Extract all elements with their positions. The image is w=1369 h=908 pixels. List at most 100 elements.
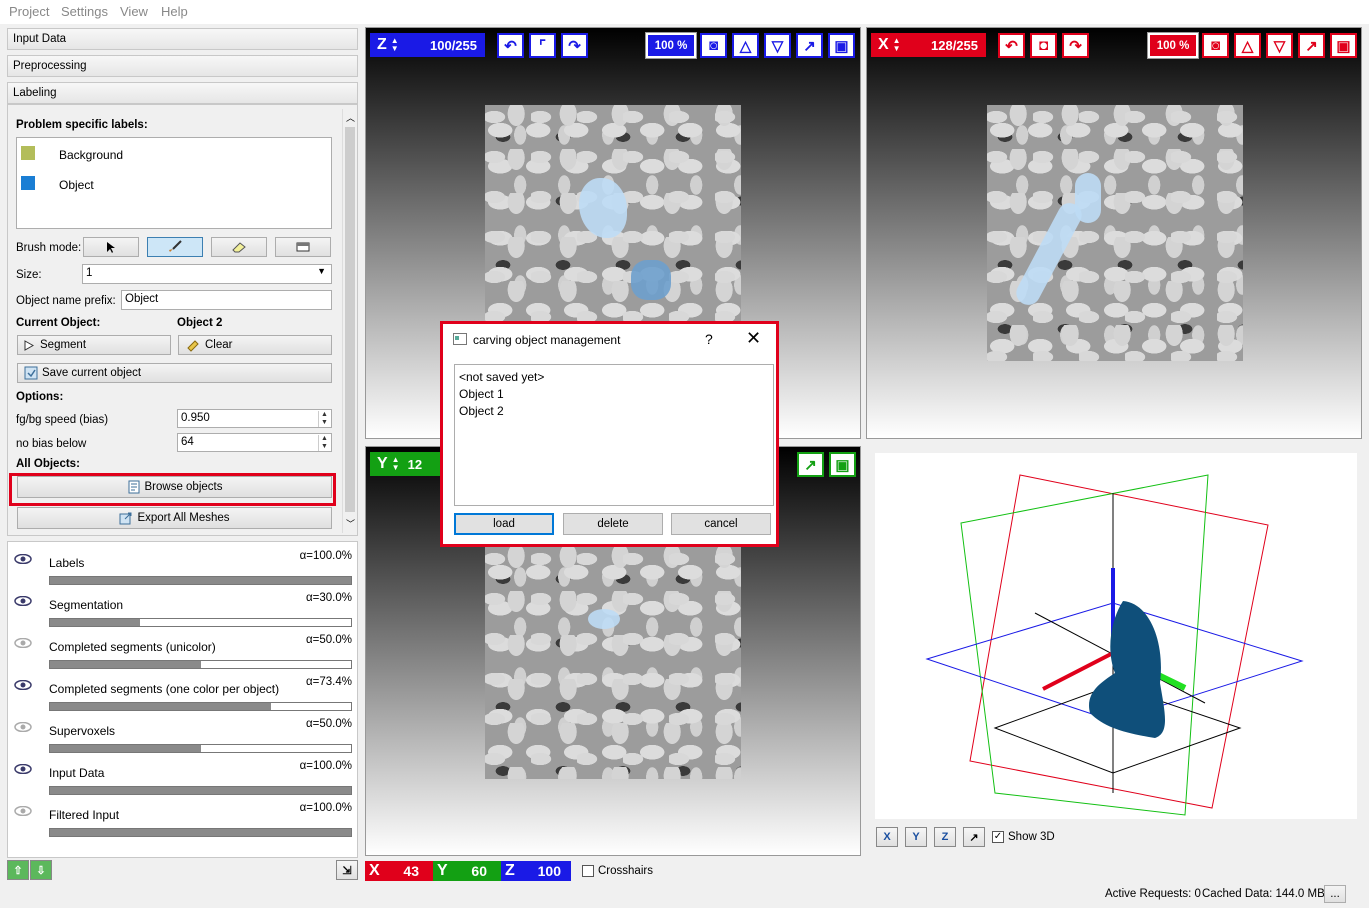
screenshot-button-x[interactable]: ◙ [1202,33,1229,58]
layer-down-button[interactable]: ⇩ [30,860,52,880]
layer-row[interactable]: Input Data α=100.0% [8,754,357,796]
eye-icon[interactable] [14,806,32,816]
eye-icon[interactable] [14,596,32,606]
3d-z-button[interactable]: Z [934,827,956,847]
fit-button-z[interactable]: ▣ [828,33,855,58]
layer-opacity-slider[interactable] [49,828,352,837]
viewer-x[interactable] [866,27,1362,439]
brush-navigate-button[interactable] [83,237,139,257]
slice-value-z[interactable]: 100/255 [430,38,477,53]
drawer-labeling[interactable]: Labeling [7,82,358,104]
layer-row[interactable]: Segmentation α=30.0% [8,586,357,628]
slice-down-button-z[interactable]: ▽ [764,33,791,58]
delete-button[interactable]: delete [563,513,663,535]
coord-x[interactable]: X 43 [365,861,433,881]
viewer-3d[interactable] [875,453,1357,819]
maximize-button-y[interactable]: ↗ [797,452,824,477]
screenshot-button-z[interactable]: ◙ [700,33,727,58]
brush-paint-button[interactable] [147,237,203,257]
slice-up-button-x[interactable]: △ [1234,33,1261,58]
coord-z-value[interactable]: 100 [538,863,561,879]
label-object-name[interactable]: Object [59,178,94,192]
coord-y[interactable]: Y 60 [433,861,501,881]
label-background-name[interactable]: Background [59,148,123,162]
layer-up-button[interactable]: ⇧ [7,860,29,880]
slice-value-x[interactable]: 128/255 [931,38,978,53]
layer-opacity-slider[interactable] [49,786,352,795]
load-button[interactable]: load [454,513,554,535]
slice-up-button-z[interactable]: △ [732,33,759,58]
object-list-item[interactable]: Object 1 [459,386,769,403]
fit-button-y[interactable]: ▣ [829,452,856,477]
3d-y-button[interactable]: Y [905,827,927,847]
coord-x-value[interactable]: 43 [403,863,419,879]
layer-row[interactable]: Filtered Input α=100.0% [8,796,357,838]
prefix-input[interactable]: Object [121,290,332,310]
layer-opacity-slider[interactable] [49,618,352,627]
layer-row[interactable]: Supervoxels α=50.0% [8,712,357,754]
spin-arrows-icon[interactable]: ▲ ▼ [392,456,400,472]
cancel-button[interactable]: cancel [671,513,771,535]
object-list-item[interactable]: <not saved yet> [459,369,769,386]
menu-help[interactable]: Help [161,4,188,19]
chevron-up-icon[interactable]: ︿ [346,111,355,124]
menu-settings[interactable]: Settings [61,4,108,19]
labeling-scrollbar[interactable]: ︿ ﹀ [342,109,357,533]
eye-icon[interactable] [14,638,32,648]
eye-icon[interactable] [14,764,32,774]
label-background-swatch[interactable] [21,146,35,160]
coord-y-value[interactable]: 60 [471,863,487,879]
rotate-left-button-x[interactable]: ↶ [998,33,1025,58]
3d-x-button[interactable]: X [876,827,898,847]
layer-opacity-slider[interactable] [49,660,352,669]
clear-button[interactable]: Clear [178,335,332,355]
menu-project[interactable]: Project [9,4,49,19]
object-list-item[interactable]: Object 2 [459,403,769,420]
fit-button-x[interactable]: ▣ [1330,33,1357,58]
3d-maximize-button[interactable]: ↗ [963,827,985,847]
coord-z[interactable]: Z 100 [501,861,571,881]
close-icon[interactable]: ✕ [746,328,761,349]
maximize-button-x[interactable]: ↗ [1298,33,1325,58]
save-object-button[interactable]: Save current object [17,363,332,383]
help-button[interactable]: ? [705,331,713,347]
chevron-down-icon[interactable]: ﹀ [346,517,355,530]
slice-down-button-x[interactable]: ▽ [1266,33,1293,58]
size-select[interactable]: 1 ▼ [82,264,332,284]
zoom-button-x[interactable]: 100 % [1147,32,1199,59]
swap-axes-button-z[interactable]: ⌜ [529,33,556,58]
spin-arrows-icon[interactable]: ▲ ▼ [318,411,330,427]
eye-icon[interactable] [14,722,32,732]
drawer-input-data[interactable]: Input Data [7,28,358,50]
swap-axes-button-x[interactable]: ◘ [1030,33,1057,58]
segment-button[interactable]: Segment [17,335,171,355]
slice-box-z[interactable]: Z ▲ ▼ 100/255 [370,33,485,57]
layer-row[interactable]: Labels α=100.0% [8,544,357,586]
layer-opacity-slider[interactable] [49,702,352,711]
zoom-button-z[interactable]: 100 % [645,32,697,59]
rotate-right-button-z[interactable]: ↷ [561,33,588,58]
maximize-button-z[interactable]: ↗ [796,33,823,58]
rotate-left-button-z[interactable]: ↶ [497,33,524,58]
crosshairs-checkbox[interactable] [582,865,594,877]
layer-row[interactable]: Completed segments (unicolor) α=50.0% [8,628,357,670]
spin-arrows-icon[interactable]: ▲ ▼ [893,37,901,53]
nobias-spinbox[interactable]: 64 ▲ ▼ [177,433,332,452]
scrollbar-thumb[interactable] [345,127,355,512]
menu-view[interactable]: View [120,4,148,19]
bias-spinbox[interactable]: 0.950 ▲ ▼ [177,409,332,428]
rotate-right-button-x[interactable]: ↷ [1062,33,1089,58]
slice-box-y[interactable]: Y ▲ ▼ 12 [370,452,440,476]
slice-box-x[interactable]: X ▲ ▼ 128/255 [871,33,986,57]
drawer-preprocessing[interactable]: Preprocessing [7,55,358,77]
status-more-button[interactable]: ... [1324,885,1346,903]
export-meshes-button[interactable]: Export All Meshes [17,507,332,529]
show3d-checkbox[interactable]: ✓ [992,831,1004,843]
layer-opacity-slider[interactable] [49,744,352,753]
slice-value-y[interactable]: 12 [408,457,422,472]
layer-opacity-slider[interactable] [49,576,352,585]
label-object-swatch[interactable] [21,176,35,190]
brush-erase-button[interactable] [211,237,267,257]
brush-rectangle-button[interactable] [275,237,331,257]
eye-icon[interactable] [14,680,32,690]
